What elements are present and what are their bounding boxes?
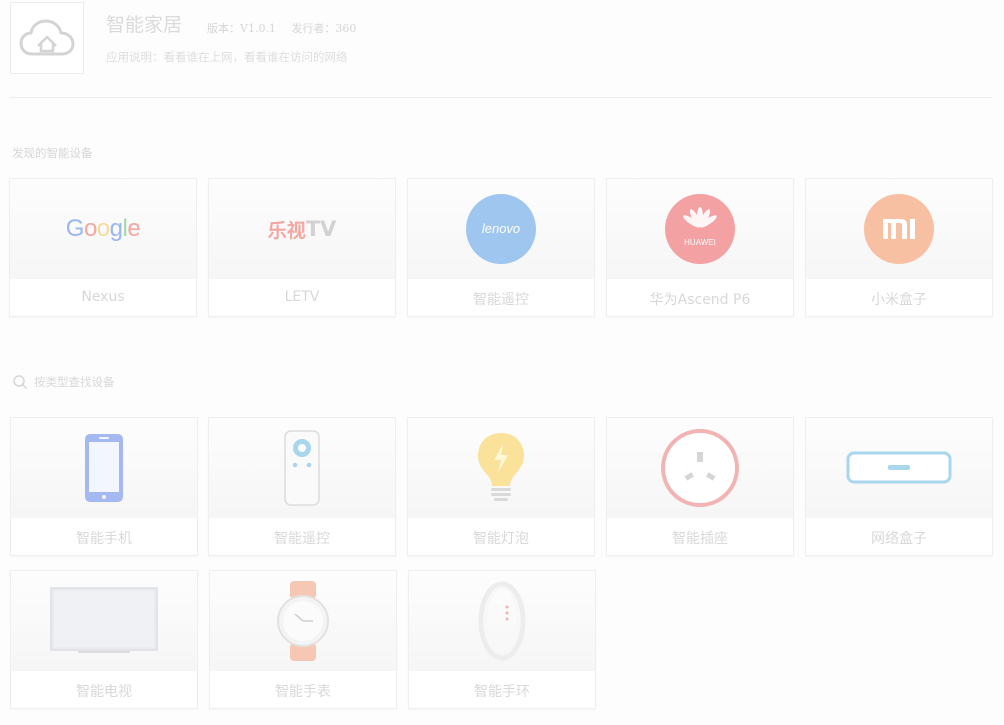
category-image — [409, 571, 595, 671]
lenovo-logo: lenovo — [466, 194, 536, 264]
category-image — [11, 571, 197, 671]
category-label: 智能遥控 — [274, 531, 330, 547]
device-label: Nexus — [81, 289, 125, 305]
category-image — [11, 418, 197, 518]
search-icon — [13, 375, 28, 390]
category-label: 智能电视 — [76, 684, 132, 700]
category-label: 智能手环 — [474, 684, 530, 700]
device-label: LETV — [284, 289, 320, 305]
app-meta: 版本：V1.0.1 发行者：360 — [207, 20, 356, 36]
category-image — [806, 418, 992, 518]
app-icon — [10, 2, 84, 74]
category-label: 智能插座 — [672, 531, 728, 547]
device-card-huawei[interactable]: HUAWEI 华为Ascend P6 — [606, 178, 794, 317]
television-icon — [50, 587, 158, 653]
device-image — [806, 179, 992, 279]
category-card-tv[interactable]: 智能电视 — [10, 570, 198, 709]
device-label: 小米盒子 — [871, 292, 927, 308]
device-label: 智能遥控 — [473, 292, 529, 308]
google-logo: Google — [65, 215, 141, 242]
letv-logo: 乐视 TV — [267, 217, 337, 242]
device-card-letv[interactable]: 乐视 TV LETV — [208, 178, 396, 317]
huawei-logo: HUAWEI — [665, 194, 735, 264]
app-title: 智能家居 — [106, 14, 183, 36]
device-image: lenovo — [408, 179, 594, 279]
svg-text:lenovo: lenovo — [482, 221, 520, 236]
search-by-type[interactable]: 按类型查找设备 — [12, 374, 115, 390]
header-divider — [10, 97, 992, 98]
category-card-remote[interactable]: 智能遥控 — [208, 417, 396, 556]
category-image — [408, 418, 594, 518]
category-image — [209, 418, 395, 518]
category-card-network-box[interactable]: 网络盒子 — [805, 417, 993, 556]
fitness-band-icon — [478, 581, 526, 661]
smart-home-page: 智能家居 版本：V1.0.1 发行者：360 应用说明：看看谁在上网，看看谁在访… — [0, 0, 1004, 725]
category-card-light-bulb[interactable]: 智能灯泡 — [407, 417, 595, 556]
app-publisher: 发行者：360 — [291, 22, 357, 35]
category-label: 智能手表 — [275, 684, 331, 700]
cloud-home-icon — [19, 19, 75, 56]
category-card-smartphone[interactable]: 智能手机 — [10, 417, 198, 556]
network-box-icon — [846, 451, 952, 484]
discovered-section-title: 发现的智能设备 — [12, 146, 93, 160]
device-image: 乐视 TV — [209, 179, 395, 279]
search-by-type-label: 按类型查找设备 — [34, 375, 115, 389]
mi-logo — [864, 194, 934, 264]
smartwatch-icon — [277, 581, 329, 661]
device-image: HUAWEI — [607, 179, 793, 279]
light-bulb-icon — [478, 433, 524, 501]
category-label: 智能手机 — [76, 531, 132, 547]
category-image — [210, 571, 396, 671]
power-socket-icon — [661, 429, 739, 507]
category-card-fitness-band[interactable]: 智能手环 — [408, 570, 596, 709]
device-image: Google — [10, 179, 196, 279]
category-label: 网络盒子 — [871, 531, 927, 547]
remote-control-icon — [284, 430, 320, 506]
svg-text:HUAWEI: HUAWEI — [684, 238, 716, 247]
smartphone-icon — [85, 434, 123, 502]
device-card-lenovo-remote[interactable]: lenovo 智能遥控 — [407, 178, 595, 317]
device-card-mi-box[interactable]: 小米盒子 — [805, 178, 993, 317]
category-label: 智能灯泡 — [473, 531, 529, 547]
category-card-smartwatch[interactable]: 智能手表 — [209, 570, 397, 709]
device-card-nexus[interactable]: Google Nexus — [9, 178, 197, 317]
device-label: 华为Ascend P6 — [649, 292, 751, 308]
category-card-socket[interactable]: 智能插座 — [606, 417, 794, 556]
app-description: 应用说明：看看谁在上网，看看谁在访问的网络 — [106, 50, 348, 64]
category-image — [607, 418, 793, 518]
app-version: 版本：V1.0.1 — [207, 22, 276, 35]
